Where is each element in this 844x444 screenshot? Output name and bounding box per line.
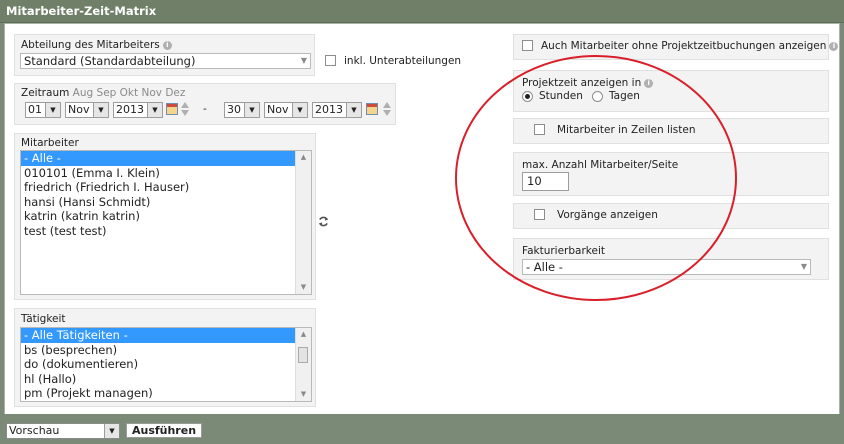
to-month-value: Nov — [267, 103, 289, 116]
date-separator: - — [203, 103, 207, 115]
calendar-icon[interactable] — [166, 103, 178, 115]
list-item[interactable]: test (test test) — [21, 224, 311, 239]
from-year-select[interactable]: 2013 ▼ — [113, 102, 163, 118]
chevron-down-icon: ▼ — [147, 103, 162, 117]
to-year-select[interactable]: 2013 ▼ — [312, 102, 362, 118]
calendar-icon[interactable] — [366, 103, 378, 115]
month-shortcut-dez[interactable]: Dez — [165, 87, 185, 99]
zeitraum-label: Zeitraum — [21, 87, 70, 99]
list-item[interactable]: friedrich (Friedrich I. Hauser) — [21, 180, 311, 195]
abteilung-select-value: Standard (Standardabteilung) — [24, 54, 196, 68]
mitarbeiter-scrollbar[interactable]: ▲ ▼ — [295, 151, 311, 294]
list-item[interactable]: do (dokumentieren) — [21, 357, 311, 372]
from-month-select[interactable]: Nov ▼ — [65, 102, 109, 118]
chevron-down-icon: ▼ — [800, 262, 807, 271]
abteilung-label: Abteilung des Mitarbeiters — [21, 39, 160, 51]
list-item[interactable]: - Alle Tätigkeiten - — [21, 328, 311, 343]
run-button[interactable]: Ausführen — [126, 423, 202, 438]
taetigkeit-label: Tätigkeit — [21, 313, 66, 325]
from-day-select[interactable]: 01 ▼ — [25, 102, 61, 118]
list-item[interactable]: hansi (Hansi Schmidt) — [21, 195, 311, 210]
month-shortcut-nov[interactable]: Nov — [141, 87, 162, 99]
annotation-circle — [455, 55, 737, 301]
window-title: Mitarbeiter-Zeit-Matrix — [6, 4, 157, 18]
output-select[interactable]: Vorschau ▼ — [6, 423, 120, 439]
output-select-value: Vorschau — [9, 424, 60, 437]
scroll-down-icon[interactable]: ▼ — [296, 388, 311, 401]
ohne-projekt-row: Auch Mitarbeiter ohne Projektzeitbuchung… — [541, 40, 839, 52]
from-month-value: Nov — [68, 103, 90, 116]
to-month-select[interactable]: Nov ▼ — [264, 102, 308, 118]
info-icon[interactable]: i — [829, 41, 839, 51]
chevron-down-icon: ▼ — [300, 56, 307, 65]
chevron-down-icon: ▼ — [292, 103, 307, 117]
month-shortcut-aug[interactable]: Aug — [73, 87, 94, 99]
chevron-down-icon: ▼ — [346, 103, 361, 117]
ohne-projekt-label: Auch Mitarbeiter ohne Projektzeitbuchung… — [541, 40, 827, 52]
chevron-down-icon: ▼ — [45, 103, 60, 117]
to-year-value: 2013 — [315, 103, 343, 116]
window-titlebar: Mitarbeiter-Zeit-Matrix — [0, 0, 844, 23]
abteilung-select[interactable]: Standard (Standardabteilung) ▼ — [20, 53, 311, 69]
chevron-down-icon: ▼ — [104, 424, 119, 438]
taetigkeit-scrollbar[interactable]: ▲ ▼ — [295, 328, 311, 401]
from-day-value: 01 — [28, 103, 42, 116]
list-item[interactable]: - Alle - — [21, 151, 311, 166]
unterabteilungen-label: inkl. Unterabteilungen — [344, 55, 462, 67]
list-item[interactable]: katrin (katrin katrin) — [21, 209, 311, 224]
taetigkeit-listbox[interactable]: - Alle Tätigkeiten - bs (besprechen) do … — [20, 327, 312, 402]
zeitraum-label-row: Zeitraum Aug Sep Okt Nov Dez — [21, 87, 185, 99]
scroll-down-icon[interactable]: ▼ — [296, 281, 311, 294]
chevron-down-icon: ▼ — [244, 103, 259, 117]
refresh-icon[interactable] — [318, 216, 329, 227]
to-day-select[interactable]: 30 ▼ — [224, 102, 260, 118]
ohne-projekt-checkbox[interactable] — [522, 40, 533, 51]
list-item[interactable]: hl (Hallo) — [21, 372, 311, 387]
chevron-down-icon: ▼ — [93, 103, 108, 117]
to-day-value: 30 — [227, 103, 241, 116]
list-item[interactable]: pm (Projekt managen) — [21, 386, 311, 401]
mitarbeiter-label: Mitarbeiter — [21, 137, 79, 149]
date-spinner-icon[interactable] — [383, 102, 391, 116]
mitarbeiter-listbox[interactable]: - Alle - 010101 (Emma I. Klein) friedric… — [20, 150, 312, 295]
unterabteilungen-checkbox[interactable] — [325, 55, 336, 66]
abteilung-label-row: Abteilung des Mitarbeiters i — [21, 39, 172, 51]
scroll-up-icon[interactable]: ▲ — [296, 151, 311, 164]
list-item[interactable]: 010101 (Emma I. Klein) — [21, 166, 311, 181]
date-spinner-icon[interactable] — [181, 102, 189, 116]
scroll-thumb[interactable] — [298, 347, 308, 363]
scroll-up-icon[interactable]: ▲ — [296, 328, 311, 341]
month-shortcut-sep[interactable]: Sep — [97, 87, 117, 99]
info-icon[interactable]: i — [162, 40, 172, 50]
month-shortcut-okt[interactable]: Okt — [120, 87, 138, 99]
list-item[interactable]: bs (besprechen) — [21, 343, 311, 358]
from-year-value: 2013 — [116, 103, 144, 116]
